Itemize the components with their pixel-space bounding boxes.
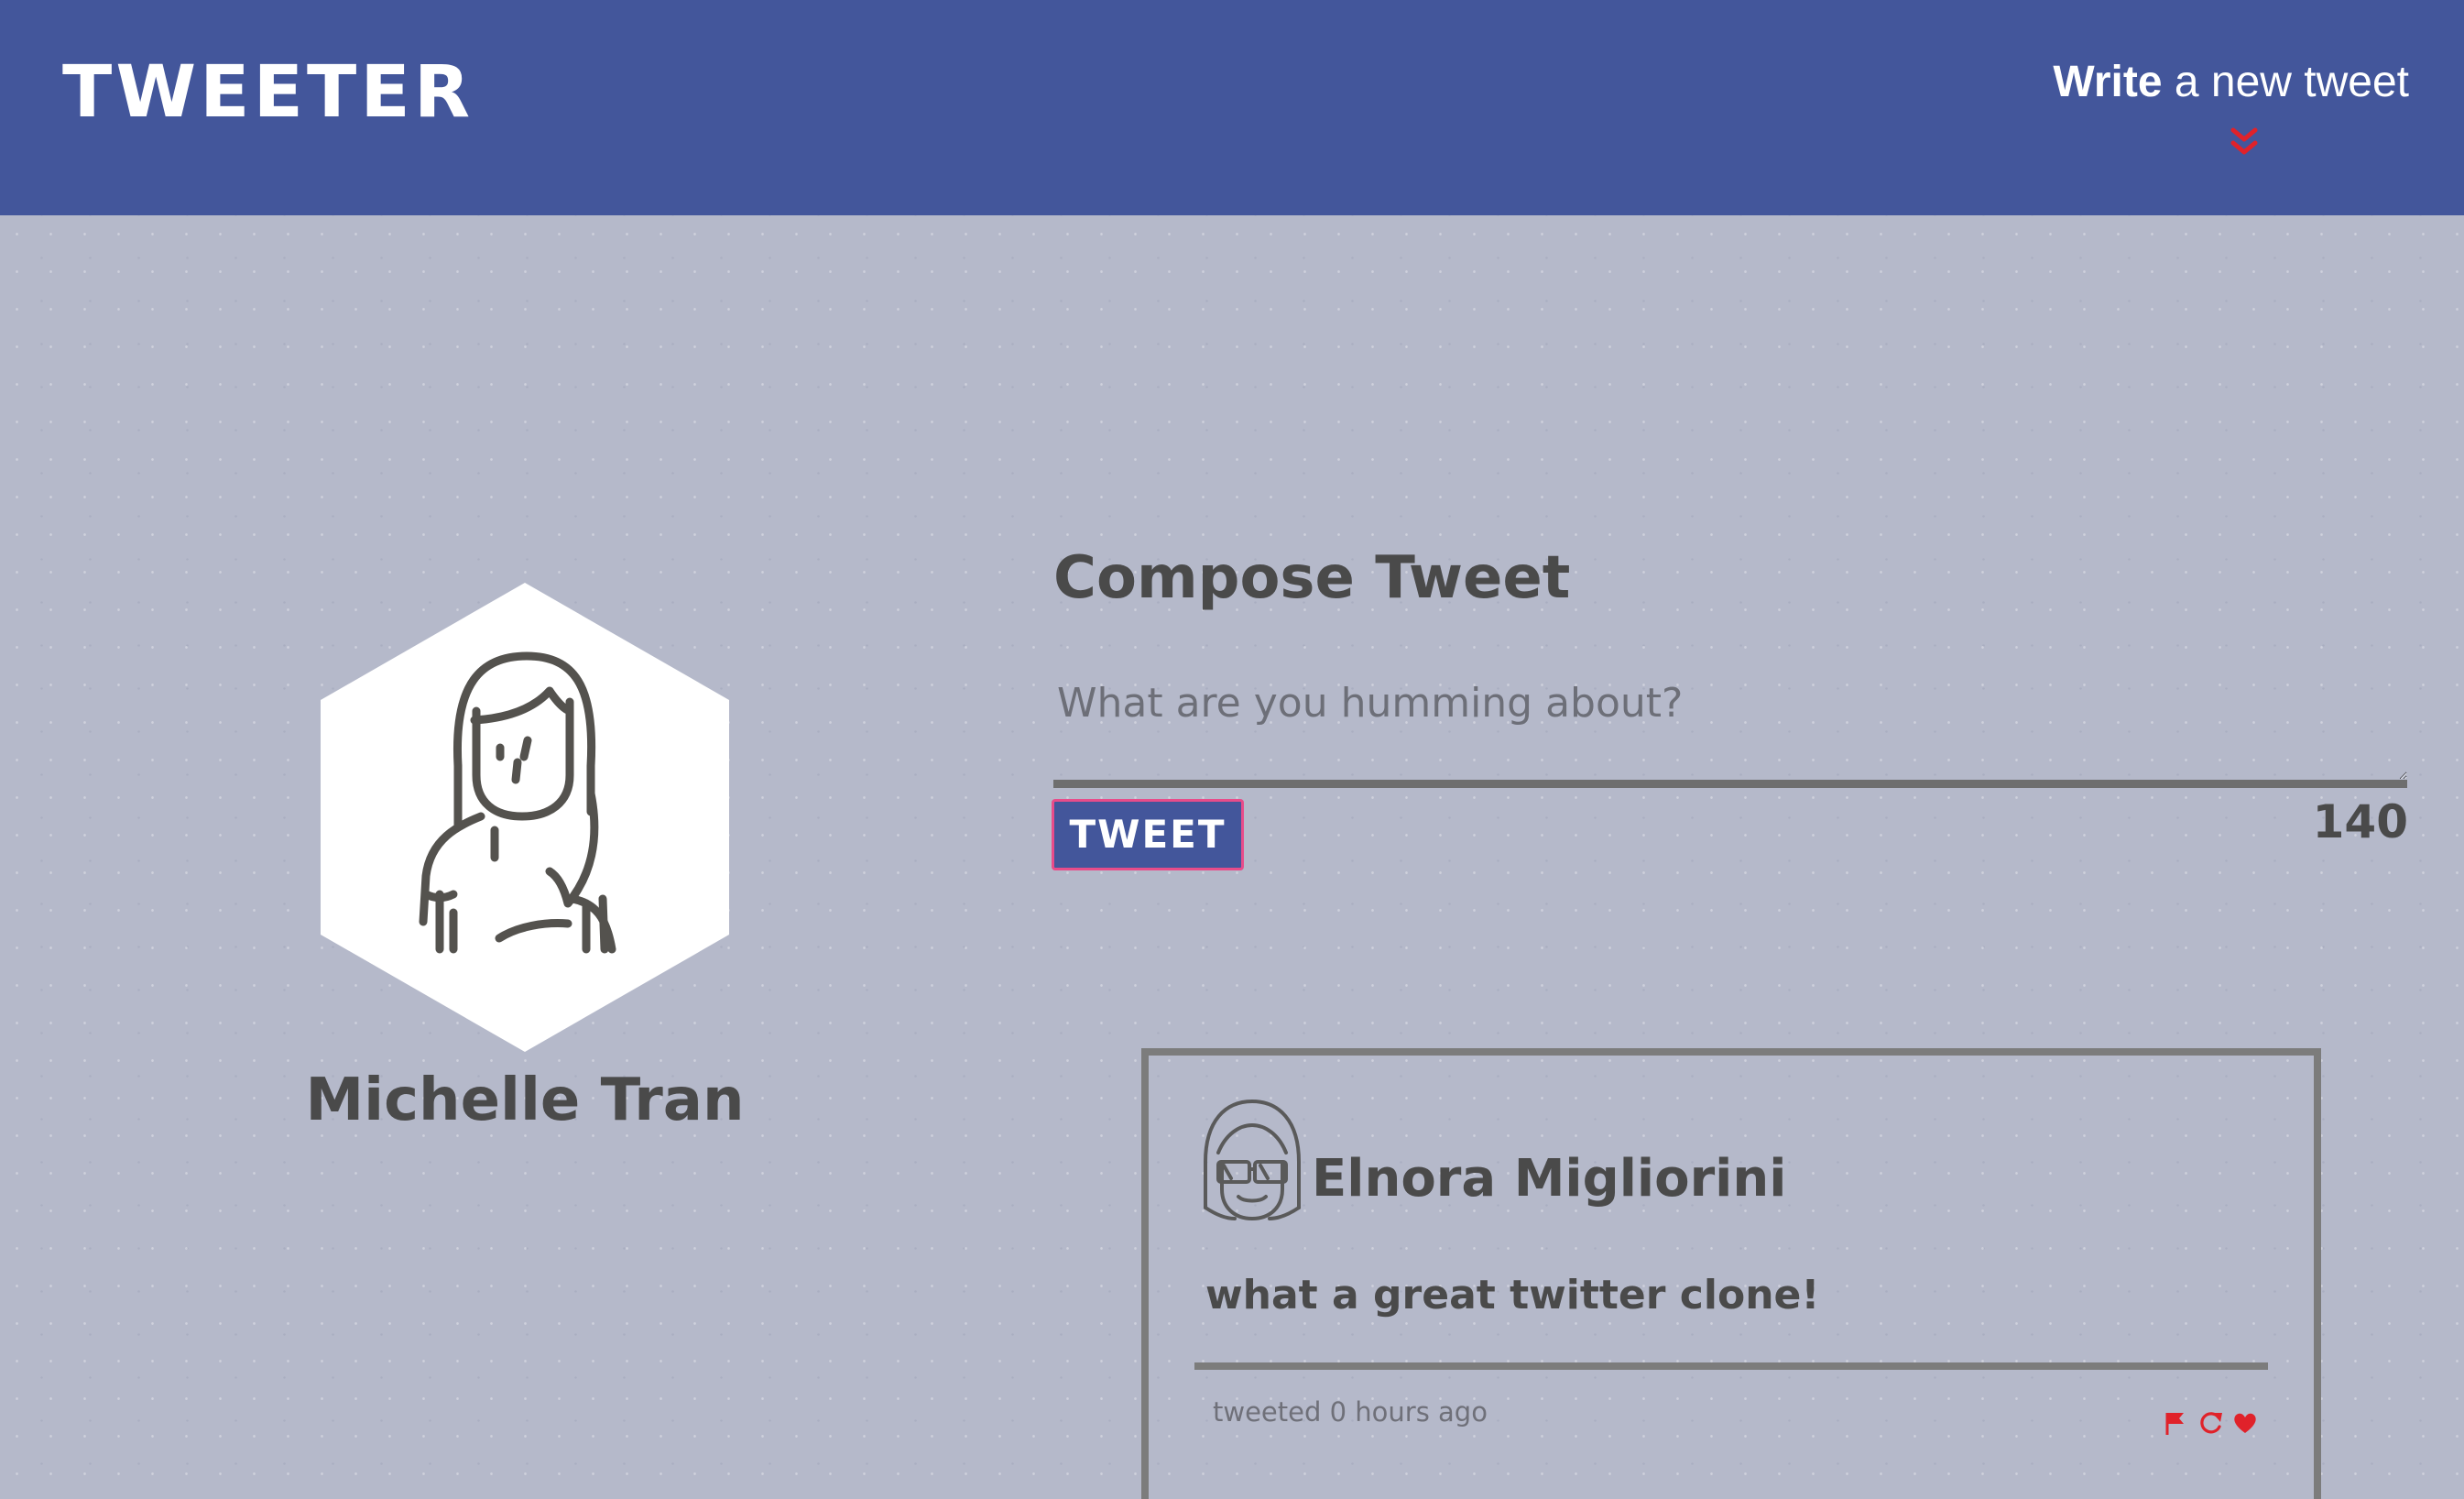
toggle-label-bold: Write <box>2053 58 2163 106</box>
tweet-timestamp: tweeted 0 hours ago <box>1213 1396 1488 1428</box>
compose-title: Compose Tweet <box>1053 544 1571 612</box>
tweet-textarea[interactable] <box>1053 669 2407 788</box>
woman-avatar-icon <box>321 583 729 1052</box>
tweet-button[interactable]: TWEET <box>1052 799 1244 870</box>
tweet-divider <box>1194 1362 2268 1370</box>
flag-icon[interactable] <box>2162 1409 2189 1437</box>
character-counter: 140 <box>2312 795 2408 848</box>
tweet-body: what a great twitter clone! <box>1205 1272 1820 1318</box>
toggle-label-rest: a new tweet <box>2162 58 2409 106</box>
tweet-actions <box>2162 1407 2259 1439</box>
retweet-icon[interactable] <box>2197 1409 2224 1437</box>
top-navbar: TWEETER Write a new tweet <box>0 0 2464 215</box>
profile-name: Michelle Tran <box>305 1067 745 1134</box>
heart-icon[interactable] <box>2231 1409 2259 1437</box>
girl-with-sunglasses-avatar-icon <box>1204 1100 1301 1220</box>
tweet-author-name: Elnora Migliorini <box>1312 1149 1787 1209</box>
double-chevron-down-icon[interactable] <box>2230 126 2259 159</box>
write-new-tweet-toggle[interactable]: Write a new tweet <box>1988 60 2409 104</box>
app-logo: TWEETER <box>62 51 474 134</box>
